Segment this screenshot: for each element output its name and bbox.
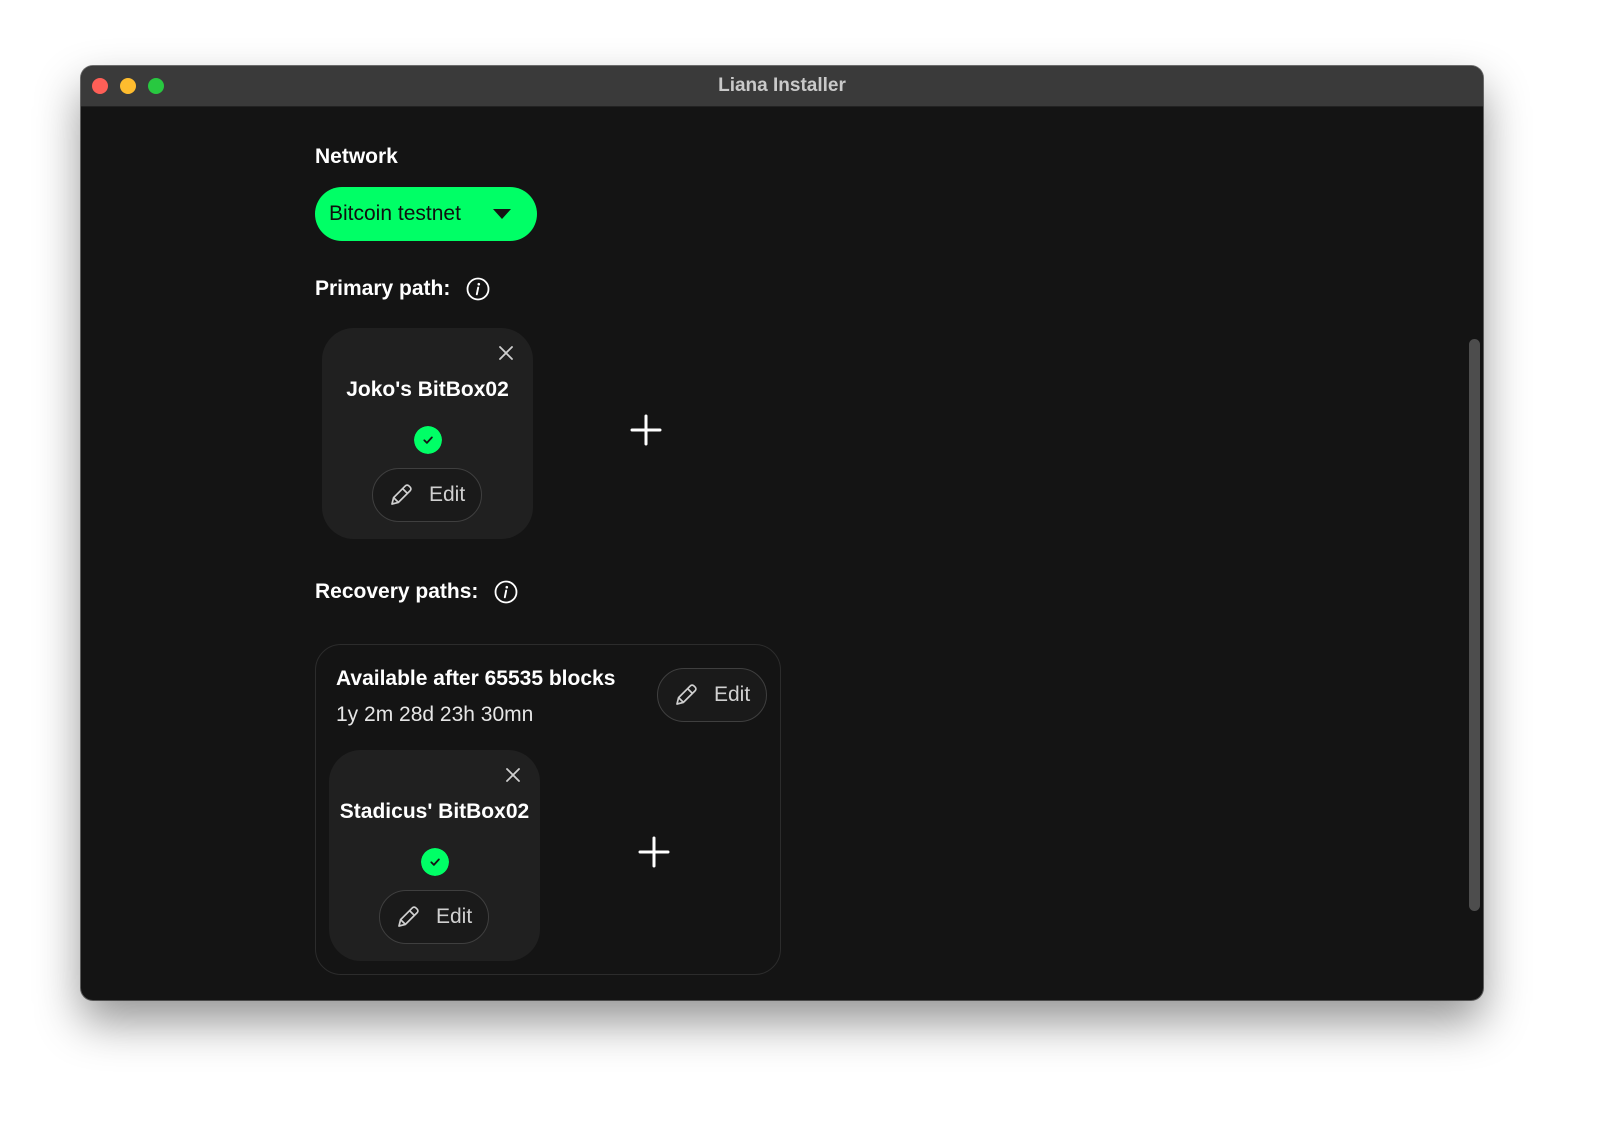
network-select[interactable]: Bitcoin testnet (315, 187, 537, 241)
pencil-icon (391, 484, 412, 505)
check-icon (421, 848, 449, 876)
recovery-paths-label: Recovery paths: (315, 580, 479, 603)
edit-button-label: Edit (429, 483, 466, 506)
key-name: Stadicus' BitBox02 (339, 800, 530, 823)
primary-path-label: Primary path: (315, 277, 451, 300)
primary-path-heading: Primary path: (315, 277, 490, 301)
info-icon[interactable] (494, 580, 518, 604)
close-icon[interactable] (504, 766, 522, 784)
edit-timelock-button[interactable]: Edit (657, 668, 767, 722)
title-bar: Liana Installer (81, 66, 1483, 107)
recovery-key-card: Stadicus' BitBox02 Edit (329, 750, 540, 961)
chevron-down-icon (493, 209, 511, 219)
edit-button-label: Edit (714, 683, 751, 706)
scrollbar-thumb[interactable] (1469, 339, 1480, 911)
add-primary-key-button[interactable] (629, 413, 663, 447)
primary-key-card: Joko's BitBox02 Edit (322, 328, 533, 539)
info-icon[interactable] (466, 277, 490, 301)
add-recovery-key-button[interactable] (637, 835, 671, 869)
edit-key-button[interactable]: Edit (372, 468, 482, 522)
recovery-path-title: Available after 65535 blocks (336, 667, 616, 690)
main-content: Network Bitcoin testnet Primary path: Jo… (81, 107, 1483, 1000)
window-title: Liana Installer (718, 75, 846, 96)
installer-window: Liana Installer Network Bitcoin testnet … (81, 66, 1483, 1000)
pencil-icon (398, 906, 419, 927)
recovery-paths-heading: Recovery paths: (315, 580, 518, 604)
network-label: Network (315, 145, 398, 168)
key-name: Joko's BitBox02 (346, 378, 509, 401)
check-icon (414, 426, 442, 454)
recovery-path-duration: 1y 2m 28d 23h 30mn (336, 703, 534, 726)
edit-button-label: Edit (436, 905, 473, 928)
network-select-value: Bitcoin testnet (329, 202, 461, 225)
pencil-icon (676, 684, 697, 705)
edit-key-button[interactable]: Edit (379, 890, 489, 944)
close-icon[interactable] (497, 344, 515, 362)
recovery-path-panel: Available after 65535 blocks 1y 2m 28d 2… (315, 644, 781, 975)
